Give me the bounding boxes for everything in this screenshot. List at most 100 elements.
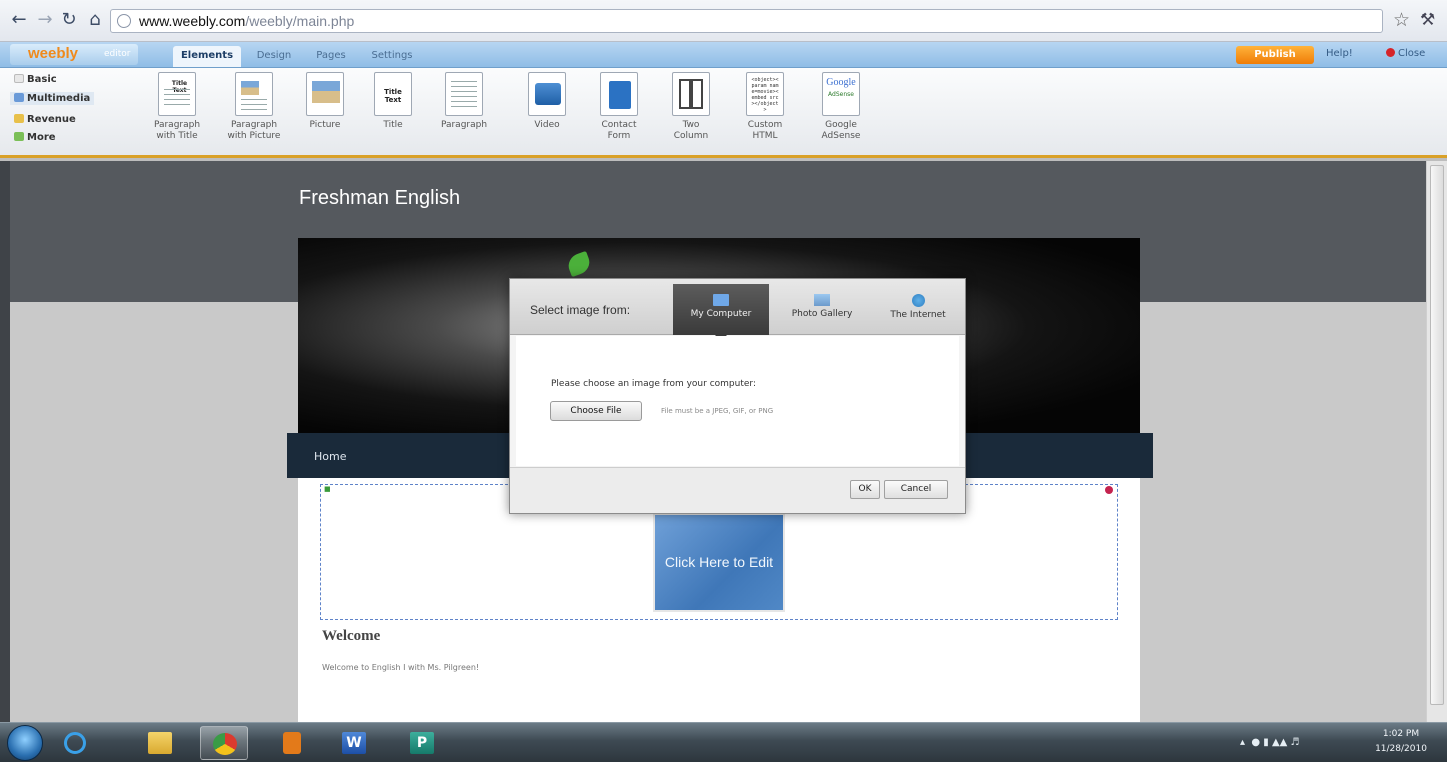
paragraph-with-picture-icon (235, 72, 273, 116)
taskbar-internet-explorer[interactable] (52, 726, 100, 760)
element-label: Paragraph with Title (153, 120, 201, 141)
video-icon (528, 72, 566, 116)
basic-icon (14, 74, 24, 83)
dialog-body: Please choose an image from your compute… (516, 336, 959, 466)
globe-icon (117, 14, 131, 28)
tab-design[interactable]: Design (248, 46, 300, 67)
element-google-adsense[interactable]: Google AdSense Google AdSense (805, 72, 877, 142)
clock-date[interactable]: 11/28/2010 (1366, 744, 1436, 754)
upload-prompt: Please choose an image from your compute… (551, 379, 756, 389)
tab-my-computer[interactable]: My Computer (673, 284, 769, 335)
revenue-icon (14, 114, 24, 123)
element-contact-form[interactable]: Contact Form (583, 72, 655, 142)
system-tray[interactable]: ▴ ● ▮ ▲▲ ♬ (1240, 737, 1300, 748)
adsense-sub: AdSense (828, 91, 854, 98)
element-label: Two Column (673, 120, 709, 141)
category-label: More (27, 132, 56, 143)
category-revenue[interactable]: Revenue (14, 114, 76, 125)
taskbar-publisher[interactable]: P (398, 726, 446, 760)
forward-arrow-icon[interactable]: → (34, 9, 56, 31)
close-link[interactable]: Close (1386, 48, 1425, 59)
clock-time[interactable]: 1:02 PM (1366, 729, 1436, 739)
drag-handle-icon[interactable]: ■ (324, 485, 331, 493)
start-button-icon[interactable] (7, 725, 43, 761)
more-icon (14, 132, 24, 141)
element-label: Custom HTML (747, 120, 783, 141)
custom-html-icon: <object><param name=movie><embed src></o… (746, 72, 784, 116)
element-label: Title (383, 120, 403, 130)
adsense-logo: Google (826, 77, 856, 88)
thumb-title: Title Text (171, 80, 188, 94)
home-icon[interactable]: ⌂ (84, 9, 106, 31)
category-basic[interactable]: Basic (14, 74, 57, 85)
click-edit-text: Click Here to Edit (664, 554, 774, 570)
page-left-edge (0, 161, 10, 722)
scrollbar-thumb[interactable] (1430, 165, 1444, 705)
address-bar[interactable]: www.weebly.com/weebly/main.php (110, 9, 1383, 33)
site-title[interactable]: Freshman English (299, 187, 460, 210)
folder-icon (148, 732, 172, 754)
taskbar-word[interactable]: W (330, 726, 378, 760)
taskbar-windows-explorer[interactable] (136, 726, 184, 760)
element-title[interactable]: Title Text Title (357, 72, 429, 131)
element-paragraph-with-picture[interactable]: Paragraph with Picture (218, 72, 290, 142)
tab-photo-gallery[interactable]: Photo Gallery (774, 284, 870, 335)
publish-button[interactable]: Publish (1236, 46, 1314, 64)
category-multimedia[interactable]: Multimedia (10, 92, 95, 105)
computer-icon (713, 294, 729, 306)
windows-taskbar: W P ▴ ● ▮ ▲▲ ♬ 1:02 PM 11/28/2010 (0, 722, 1447, 762)
chrome-icon (213, 733, 237, 755)
element-label: Google AdSense (821, 120, 861, 141)
tab-settings[interactable]: Settings (361, 46, 423, 67)
element-picture[interactable]: Picture (289, 72, 361, 131)
url-path: /weebly/main.php (245, 13, 355, 29)
elements-panel: Basic Multimedia Revenue More Title Text… (0, 68, 1447, 158)
tab-elements[interactable]: Elements (173, 46, 241, 67)
element-label: Contact Form (601, 120, 637, 141)
back-arrow-icon[interactable]: ← (8, 9, 30, 31)
element-two-column[interactable]: Two Column (655, 72, 727, 142)
element-label: Paragraph with Picture (227, 120, 281, 141)
star-icon[interactable]: ☆ (1393, 9, 1410, 31)
element-video[interactable]: Video (511, 72, 583, 131)
picture-icon (306, 72, 344, 116)
element-label: Paragraph (440, 120, 488, 130)
element-paragraph[interactable]: Paragraph (428, 72, 500, 131)
wrench-icon[interactable]: ⚒ (1420, 9, 1435, 31)
tab-pages[interactable]: Pages (306, 46, 356, 67)
dialog-footer: OK Cancel (510, 467, 965, 513)
taskbar-media-player[interactable] (268, 726, 316, 760)
image-placeholder[interactable]: Click Here to Edit (653, 513, 785, 612)
reload-icon[interactable]: ↻ (58, 9, 80, 31)
element-custom-html[interactable]: <object><param name=movie><embed src></o… (729, 72, 801, 142)
element-label: Picture (309, 120, 341, 130)
element-paragraph-with-title[interactable]: Title Text Paragraph with Title (141, 72, 213, 142)
nav-home-link[interactable]: Home (314, 450, 346, 463)
cancel-button[interactable]: Cancel (884, 480, 948, 499)
delete-icon[interactable] (1105, 486, 1113, 494)
category-list: Basic Multimedia Revenue More (0, 68, 140, 155)
taskbar-google-chrome[interactable] (200, 726, 248, 760)
category-label: Basic (27, 74, 57, 85)
gallery-icon (814, 294, 830, 306)
select-label: Select image from: (530, 303, 631, 317)
thumb-title: Title Text (384, 88, 402, 104)
url-host: www.weebly.com (139, 13, 246, 29)
weebly-logo: weebly editor (10, 44, 138, 65)
welcome-heading[interactable]: Welcome (322, 628, 380, 645)
tab-the-internet[interactable]: The Internet (870, 284, 966, 335)
leaf-decoration (565, 250, 593, 278)
contact-form-icon (600, 72, 638, 116)
word-icon: W (342, 732, 366, 754)
help-label: Help! (1326, 48, 1353, 59)
welcome-paragraph[interactable]: Welcome to English I with Ms. Pilgreen! (322, 663, 479, 672)
choose-file-button[interactable]: Choose File (550, 401, 642, 421)
help-link[interactable]: Help! (1326, 48, 1353, 59)
ok-button[interactable]: OK (850, 480, 880, 499)
category-label: Revenue (27, 114, 76, 125)
category-more[interactable]: More (14, 132, 56, 143)
vertical-scrollbar[interactable] (1426, 161, 1447, 722)
browser-toolbar: ← → ↻ ⌂ www.weebly.com/weebly/main.php ☆… (0, 0, 1447, 42)
close-label: Close (1398, 48, 1426, 59)
publisher-icon: P (410, 732, 434, 754)
